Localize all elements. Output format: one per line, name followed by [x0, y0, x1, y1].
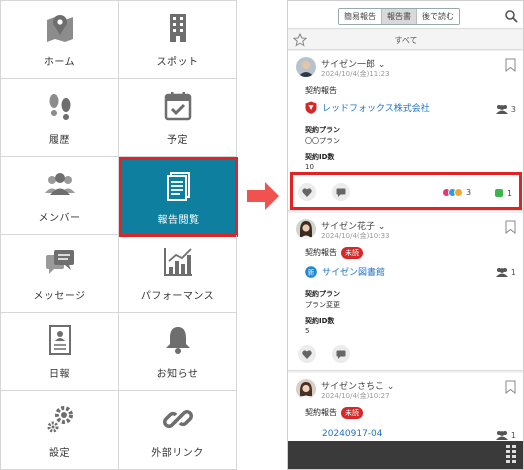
menu-tile-label: 履歴 — [49, 135, 70, 146]
report-type: 契約報告 未読 — [305, 407, 363, 419]
grip-handle-icon[interactable] — [506, 445, 516, 465]
tab-simple-report[interactable]: 簡易報告 — [339, 9, 382, 24]
report-type: 契約報告 未読 — [305, 247, 363, 259]
post-date: 2024/10/4(金)11:23 — [321, 70, 390, 78]
comment-icon[interactable] — [332, 345, 350, 363]
customer-link[interactable]: 20240917-04 — [322, 429, 383, 439]
bell-icon — [161, 323, 195, 357]
menu-tile-label: お知らせ — [156, 369, 199, 380]
post-date: 2024/10/4(金)10:27 — [321, 392, 390, 400]
members-icon — [495, 431, 508, 440]
menu-tile-settings[interactable]: 設定 — [1, 391, 119, 470]
menu-tile-label: 予定 — [167, 135, 188, 146]
menu-tile-label: 外部リンク — [151, 447, 204, 459]
menu-tile-external-link[interactable]: 外部リンク — [119, 391, 237, 470]
unread-badge: 未読 — [341, 407, 363, 419]
bookmark-icon[interactable] — [505, 57, 516, 73]
members-icon — [495, 105, 508, 114]
menu-tile-messages[interactable]: メッセージ — [1, 235, 119, 313]
report-tabs: 簡易報告 報告書 後で読む — [338, 8, 460, 25]
footprints-icon — [43, 89, 77, 123]
search-icon[interactable] — [504, 8, 518, 23]
building-icon — [161, 11, 195, 45]
members-icon — [43, 167, 77, 201]
document-icon — [162, 169, 196, 203]
bottom-bar — [288, 441, 523, 469]
menu-tile-label: スポット — [156, 57, 199, 68]
calendar-check-icon — [161, 89, 195, 123]
library-logo-icon: 新 — [305, 265, 317, 278]
filter-bar: すべて — [288, 30, 523, 50]
link-icon — [161, 402, 195, 436]
avatar — [296, 379, 316, 399]
map-icon — [43, 11, 77, 45]
customer-link[interactable]: レッドフォックス株式会社 — [305, 101, 430, 114]
gears-icon — [43, 402, 77, 436]
reaction-area-highlight — [290, 172, 522, 210]
menu-tile-home[interactable]: ホーム — [1, 1, 119, 79]
menu-tile-daily-report[interactable]: 日報 — [1, 313, 119, 391]
menu-tile-label: 設定 — [49, 447, 70, 459]
heart-icon[interactable] — [298, 345, 316, 363]
members-icon — [495, 268, 508, 277]
field-label: 契約ID数 — [305, 317, 335, 325]
report-card[interactable]: サイゼン花子 ⌄ 2024/10/4(金)10:33 契約報告 未読 新 サイゼン… — [288, 213, 523, 371]
menu-tile-notice[interactable]: お知らせ — [119, 313, 237, 391]
field-label: 契約ID数 — [305, 153, 335, 161]
tab-read-later[interactable]: 後で読む — [417, 9, 459, 24]
chat-icon — [43, 245, 77, 279]
company-logo-icon — [305, 101, 317, 114]
menu-tile-label: メッセージ — [33, 291, 86, 302]
avatar — [296, 57, 316, 77]
menu-tile-label: 日報 — [49, 369, 70, 380]
daily-report-icon — [43, 323, 77, 357]
field-value: 〇〇プラン — [305, 137, 340, 145]
tab-report[interactable]: 報告書 — [382, 9, 417, 24]
menu-tile-label: 報告閲覧 — [157, 214, 200, 226]
viewer-count: 1 — [495, 430, 516, 440]
menu-tile-history[interactable]: 履歴 — [1, 79, 119, 157]
menu-tile-performance[interactable]: パフォーマンス — [119, 235, 237, 313]
customer-link[interactable]: 新 サイゼン図書館 — [305, 265, 385, 278]
menu-tile-label: ホーム — [43, 57, 76, 68]
arrow-right-icon — [245, 178, 281, 214]
menu-tile-label: パフォーマンス — [140, 291, 215, 302]
top-bar: 簡易報告 報告書 後で読む — [288, 1, 523, 29]
post-date: 2024/10/4(金)10:33 — [321, 232, 390, 240]
menu-tile-spot[interactable]: スポット — [119, 1, 237, 79]
filter-all-label[interactable]: すべて — [288, 35, 523, 46]
svg-text:新: 新 — [308, 267, 315, 276]
menu-tile-schedule[interactable]: 予定 — [119, 79, 237, 157]
menu-tile-report-view[interactable]: 報告閲覧 — [119, 157, 238, 237]
bookmark-icon[interactable] — [505, 219, 516, 235]
field-value: プラン変更 — [305, 301, 340, 309]
field-value: 5 — [305, 327, 310, 335]
menu-tile-members[interactable]: メンバー — [1, 157, 119, 235]
main-menu: ホーム スポット 履歴 予定 メンバー 報告閲覧 メッセージ パフォーマンス 日… — [0, 0, 238, 470]
report-type: 契約報告 — [305, 86, 337, 95]
field-label: 契約プラン — [305, 126, 340, 134]
screenshot-root: ホーム スポット 履歴 予定 メンバー 報告閲覧 メッセージ パフォーマンス 日… — [0, 0, 524, 470]
bookmark-icon[interactable] — [505, 379, 516, 395]
field-label: 契約プラン — [305, 290, 340, 298]
field-value: 10 — [305, 163, 314, 171]
avatar — [296, 219, 316, 239]
menu-tile-label: メンバー — [38, 213, 81, 224]
unread-badge: 未読 — [341, 247, 363, 259]
viewer-count: 3 — [495, 104, 516, 114]
viewer-count: 1 — [495, 267, 516, 277]
bar-chart-icon — [161, 245, 195, 279]
phone-screen: 簡易報告 報告書 後で読む すべて サイゼン一郎 ⌄ 2024/10/4(金)1… — [287, 0, 524, 470]
